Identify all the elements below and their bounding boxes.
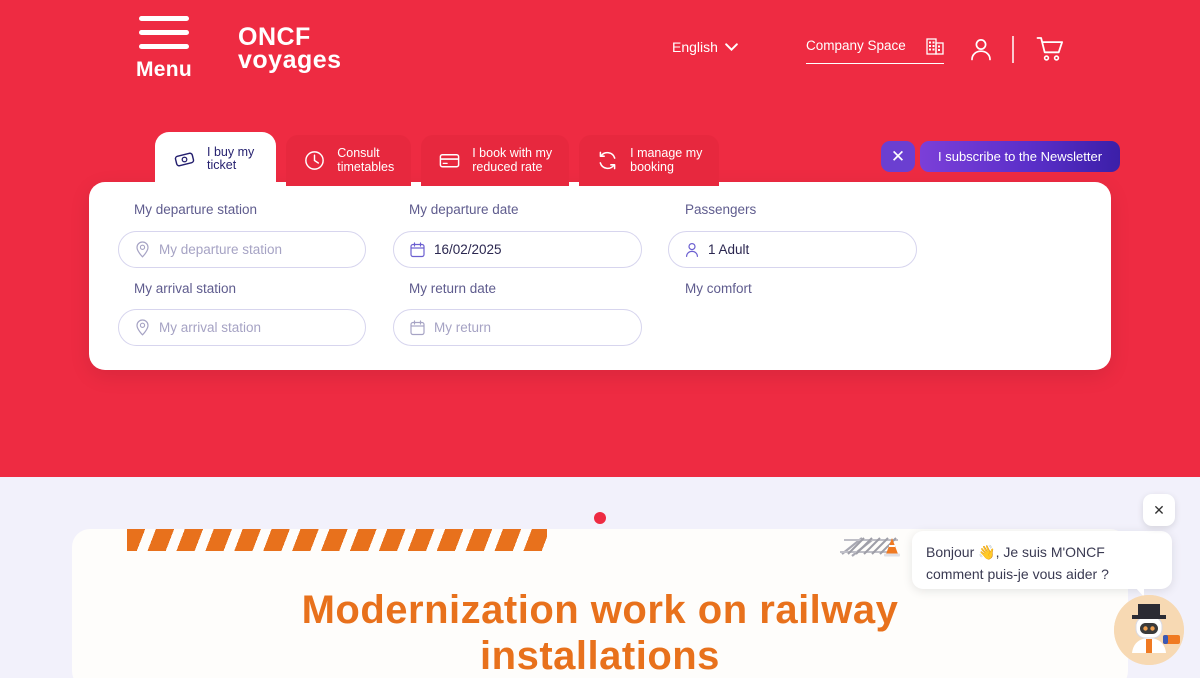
tab-label-line1: I manage my <box>630 146 703 160</box>
tab-label-line2: ticket <box>207 158 237 172</box>
newsletter-close-button[interactable]: ✕ <box>881 141 915 172</box>
menu-button[interactable]: Menu <box>135 16 193 82</box>
carousel-dot[interactable] <box>594 512 606 524</box>
tab-manage-booking-label: I manage my booking <box>630 146 703 174</box>
tab-reduced-rate-label: I book with my reduced rate <box>472 146 553 174</box>
departure-station-label: My departure station <box>134 202 258 217</box>
tab-label-line2: reduced rate <box>472 159 543 174</box>
departure-date-input[interactable]: 16/02/2025 <box>393 231 642 268</box>
menu-label: Menu <box>135 58 193 81</box>
nav-divider <box>1012 36 1014 63</box>
passengers-label: Passengers <box>685 202 757 217</box>
building-icon <box>926 38 944 55</box>
chat-close-button[interactable]: ✕ <box>1143 494 1175 526</box>
chat-message-bubble: Bonjour 👋, Je suis M'ONCF comment puis-j… <box>912 531 1172 597</box>
top-navigation: Menu ONCF voyages English Company Space <box>0 0 1200 100</box>
tab-consult-timetables[interactable]: Consult timetables <box>286 135 412 186</box>
chevron-down-icon <box>725 43 738 51</box>
hero-section: Menu ONCF voyages English Company Space <box>0 0 1200 477</box>
passengers-value: 1 Adult <box>708 242 750 257</box>
tab-consult-timetables-label: Consult timetables <box>337 146 395 174</box>
tab-label-line2: booking <box>630 159 674 174</box>
service-tabs: I buy my ticket Consult timetables I boo… <box>155 132 720 186</box>
oncf-voyages-logo[interactable]: ONCF voyages <box>238 23 342 74</box>
tab-buy-ticket-label: I buy my ticket <box>207 144 255 173</box>
promo-title: Modernization work on railway installati… <box>72 587 1128 678</box>
chat-message-line1: Bonjour 👋, Je suis M'ONCF <box>926 544 1105 560</box>
departure-station-placeholder: My departure station <box>159 242 283 257</box>
calendar-icon <box>410 319 425 335</box>
departure-date-value: 16/02/2025 <box>434 242 502 257</box>
tab-buy-ticket[interactable]: I buy my ticket <box>155 132 277 186</box>
clock-icon <box>305 151 325 170</box>
search-panel: My departure station My departure statio… <box>89 182 1111 370</box>
passengers-input[interactable]: 1 Adult <box>668 231 917 268</box>
return-date-placeholder: My return <box>434 320 492 335</box>
ticket-icon <box>174 152 195 166</box>
logo-line-2: voyages <box>238 46 342 74</box>
arrival-station-placeholder: My arrival station <box>159 320 262 335</box>
arrival-station-input[interactable]: My arrival station <box>118 309 366 346</box>
tab-manage-booking[interactable]: I manage my booking <box>579 135 720 186</box>
arrival-station-label: My arrival station <box>134 281 237 296</box>
departure-date-label: My departure date <box>409 202 519 217</box>
return-date-label: My return date <box>409 281 497 296</box>
newsletter-subscribe-button[interactable]: I subscribe to the Newsletter <box>920 141 1121 172</box>
departure-station-input[interactable]: My departure station <box>118 231 366 268</box>
language-label: English <box>672 39 718 55</box>
chatbot-avatar[interactable] <box>1114 595 1184 665</box>
company-space-link[interactable]: Company Space <box>806 36 944 64</box>
logo-line-1: ONCF <box>238 23 311 51</box>
hamburger-icon <box>139 16 189 49</box>
refresh-icon <box>599 151 616 170</box>
promo-title-line1: Modernization work on railway <box>301 588 899 632</box>
credit-card-icon <box>439 154 460 168</box>
map-pin-icon <box>136 241 149 258</box>
promo-title-line2: installations <box>480 634 720 678</box>
chat-message-line2: comment puis-je vous aider ? <box>926 566 1109 582</box>
tab-label-line1: I buy my <box>207 144 255 159</box>
chatbot-avatar-icon <box>1114 595 1184 665</box>
user-icon[interactable] <box>968 36 994 63</box>
diagonal-stripes-graphic <box>127 529 547 551</box>
person-icon <box>686 242 698 257</box>
tab-label-line2: timetables <box>337 159 395 174</box>
language-selector[interactable]: English <box>672 39 738 55</box>
comfort-label: My comfort <box>685 281 752 296</box>
railway-track-cone-graphic <box>840 537 900 557</box>
map-pin-icon <box>136 319 149 336</box>
calendar-icon <box>410 241 425 257</box>
newsletter-banner: ✕ I subscribe to the Newsletter <box>881 141 1121 172</box>
return-date-input[interactable]: My return <box>393 309 642 346</box>
tab-label-line1: I book with my <box>472 146 553 160</box>
company-space-label: Company Space <box>806 38 906 53</box>
tab-label-line1: Consult <box>337 146 380 160</box>
tab-reduced-rate[interactable]: I book with my reduced rate <box>421 135 570 186</box>
shopping-cart-icon[interactable] <box>1036 36 1065 63</box>
